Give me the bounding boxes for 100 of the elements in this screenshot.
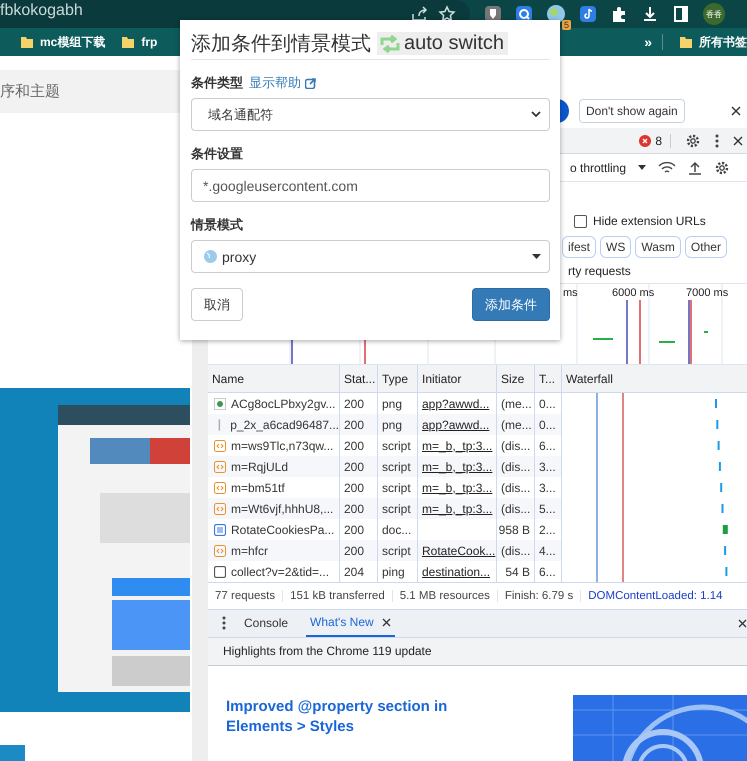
extension-badge: 5	[562, 20, 571, 30]
column-header[interactable]: Initiator	[418, 365, 497, 394]
external-link-icon	[305, 78, 316, 88]
bookmark-label: mc模组下载	[40, 34, 106, 50]
field-label: 条件设置	[191, 145, 243, 163]
condition-input[interactable]: *.googleusercontent.com	[191, 169, 550, 202]
settings-icon[interactable]	[714, 160, 730, 176]
music-note-icon[interactable]	[579, 5, 597, 23]
checkbox-label: Hide extension URLs	[593, 214, 706, 228]
close-icon[interactable]	[738, 618, 747, 628]
bookmarks-overflow[interactable]: »	[644, 34, 652, 50]
upload-icon[interactable]	[688, 160, 702, 175]
script-icon	[214, 544, 226, 557]
checkbox[interactable]	[574, 214, 587, 228]
field-label: 情景模式	[191, 216, 243, 234]
summary-item: 151 kB transferred	[283, 590, 393, 602]
close-icon[interactable]	[382, 618, 391, 627]
initiator-link[interactable]: m=_b,_tp:3...	[422, 480, 492, 495]
table-cell: 3...	[535, 456, 562, 478]
help-link[interactable]: 显示帮助	[249, 74, 316, 92]
timeline-tick-label: 6000 ms	[612, 287, 654, 300]
table-cell: 6...	[535, 561, 562, 582]
table-cell[interactable]: m=RqjULd	[208, 456, 340, 478]
section-title: 序和主题	[0, 82, 60, 101]
summary-item: Finish: 6.79 s	[498, 590, 582, 602]
folder-icon	[20, 35, 34, 49]
globe-icon	[204, 250, 217, 263]
table-cell: 200	[340, 540, 378, 562]
dropdown-icon	[532, 254, 541, 259]
document-icon	[214, 524, 226, 536]
article-heading[interactable]: Improved @property section in Elements > Styles	[226, 697, 486, 737]
chevron-down-icon	[531, 111, 541, 118]
script-icon	[214, 460, 226, 473]
table-cell[interactable]: m=Wt6vjf,hhhU8,...	[208, 498, 340, 520]
drawer-tab[interactable]: Console	[244, 610, 288, 637]
bookmark-folder[interactable]: mc模组下载	[20, 34, 106, 50]
table-cell: 5...	[535, 498, 562, 520]
filter-chip[interactable]: ifest	[562, 236, 596, 258]
script-icon	[214, 440, 226, 452]
dom-content-loaded-time: DOMContentLoaded: 1.14	[587, 590, 723, 602]
condition-type-select[interactable]: 域名通配符	[191, 98, 550, 131]
column-header[interactable]: T...	[535, 365, 562, 394]
table-cell[interactable]: m=hfcr	[208, 540, 340, 562]
highlights-text: Highlights from the Chrome 119 update	[223, 644, 432, 658]
column-header[interactable]: Size	[497, 365, 535, 394]
bookmark-folder[interactable]: frp	[121, 35, 158, 49]
folder-icon	[121, 35, 136, 49]
table-cell: (dis...	[497, 540, 535, 562]
dropdown-icon[interactable]	[638, 165, 646, 170]
side-panel-icon[interactable]	[672, 5, 690, 23]
filter-chip[interactable]: Wasm	[635, 236, 681, 258]
bookmark-label: 所有书签	[699, 34, 747, 50]
cancel-button[interactable]: 取消	[191, 288, 243, 321]
profile-select[interactable]: proxy	[191, 240, 550, 273]
timeline-tick-label: ms	[563, 287, 578, 300]
star-icon[interactable]	[438, 5, 456, 23]
summary-item: 77 requests	[208, 590, 284, 602]
initiator-link[interactable]: m=_b,_tp:3...	[422, 438, 492, 453]
table-cell: script	[378, 540, 418, 562]
filter-chip[interactable]: Other	[684, 236, 727, 258]
wifi-icon[interactable]	[658, 160, 676, 175]
close-icon[interactable]	[733, 136, 743, 146]
profile-avatar[interactable]: 香香	[703, 3, 725, 25]
dismiss-button[interactable]: Don't show again	[579, 99, 685, 124]
add-condition-button[interactable]: 添加条件	[472, 288, 550, 321]
download-icon[interactable]	[641, 5, 659, 23]
settings-icon[interactable]	[685, 132, 701, 149]
summary-item: 5.1 MB resources	[392, 590, 498, 602]
table-cell[interactable]: p_2x_a6cad96487...	[208, 414, 340, 436]
error-count: 8	[655, 134, 662, 148]
file-icon	[214, 566, 226, 578]
page-thumbnail	[0, 745, 25, 761]
repeat-icon	[379, 34, 401, 52]
table-cell: (dis...	[497, 498, 535, 520]
filter-chip[interactable]: WS	[600, 236, 632, 258]
puzzle-icon[interactable]	[610, 5, 628, 23]
more-icon[interactable]	[222, 616, 226, 630]
error-counter[interactable]: 8	[639, 134, 671, 148]
initiator-link[interactable]: app?awwd...	[422, 396, 490, 411]
throttling-select[interactable]: o throttling	[570, 160, 626, 175]
more-icon[interactable]	[715, 134, 719, 148]
close-icon[interactable]	[731, 106, 741, 116]
column-header[interactable]: Stat...	[340, 365, 378, 394]
table-cell: (dis...	[497, 456, 535, 478]
table-cell: script	[378, 498, 418, 520]
field-label: 条件类型	[191, 74, 243, 92]
table-cell: ping	[378, 561, 418, 582]
table-cell[interactable]: collect?v=2&tid=...	[208, 561, 340, 582]
column-header[interactable]: Name	[208, 365, 340, 394]
table-cell: 54 B	[497, 561, 535, 582]
initiator-link[interactable]: destination...	[422, 564, 490, 579]
column-header[interactable]: Waterfall	[562, 365, 747, 394]
script-icon	[214, 502, 226, 515]
column-header[interactable]: Type	[378, 365, 418, 394]
address-text: fbkokogabh	[0, 2, 83, 20]
table-cell: 200	[340, 414, 378, 436]
bookmark-folder[interactable]: 所有书签	[679, 34, 747, 50]
table-cell: script	[378, 456, 418, 478]
share-icon[interactable]	[410, 5, 428, 23]
table-cell: 0...	[535, 414, 562, 436]
